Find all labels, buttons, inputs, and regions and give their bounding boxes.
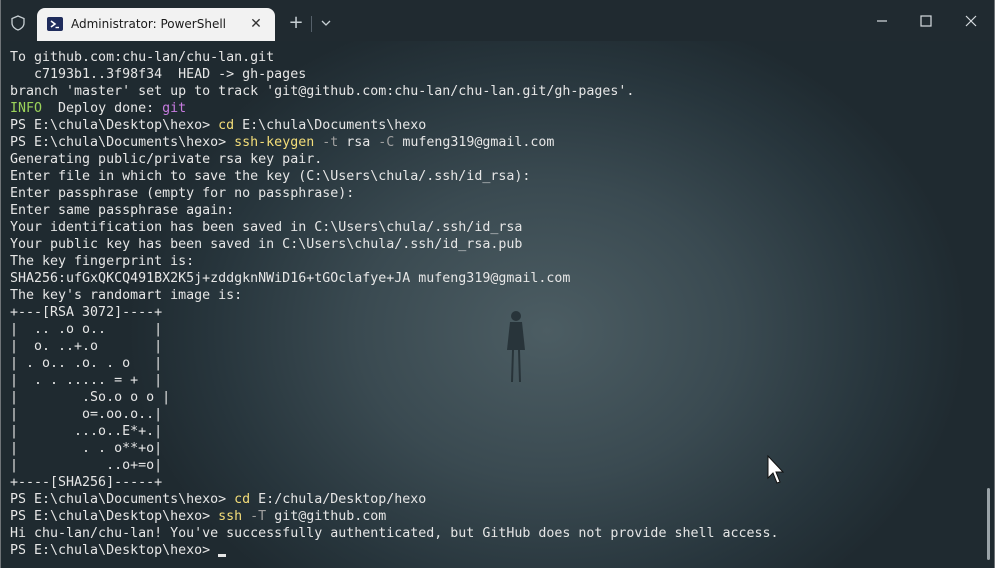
command-flag: -C xyxy=(370,135,395,150)
terminal-line: PS E:\chula\Desktop\hexo> ssh -T git@git… xyxy=(10,508,779,525)
new-tab-button[interactable]: + xyxy=(287,14,305,32)
minimize-icon[interactable] xyxy=(871,10,893,32)
command-flag: -T xyxy=(242,509,267,524)
close-icon: ✕ xyxy=(250,16,262,32)
terminal-line: PS E:\chula\Documents\hexo> ssh-keygen -… xyxy=(10,134,779,151)
terminal-line: Your identification has been saved in C:… xyxy=(10,220,523,235)
text-cursor xyxy=(218,554,227,557)
chevron-down-icon[interactable] xyxy=(317,14,335,32)
command: ssh xyxy=(218,509,243,524)
terminal-line: Hi chu-lan/chu-lan! You've successfully … xyxy=(10,526,779,541)
prompt: PS E:\chula\Documents\hexo> xyxy=(10,492,235,507)
command-args: E:/chula/Desktop/hexo xyxy=(250,492,427,507)
terminal-line: | ...o..E*+.| xyxy=(10,424,163,439)
terminal-line: Your public key has been saved in C:\Use… xyxy=(10,237,523,252)
scrollbar[interactable] xyxy=(987,488,990,560)
command-args: rsa xyxy=(338,135,371,150)
tab-close-button[interactable]: ✕ xyxy=(247,15,265,33)
tab-powershell[interactable]: Administrator: PowerShell ✕ xyxy=(37,8,275,41)
terminal-line: | o=.oo.o..| xyxy=(10,407,163,422)
terminal-line: +----[SHA256]-----+ xyxy=(10,475,163,490)
terminal-line: c7193b1..3f98f34 HEAD -> gh-pages xyxy=(10,67,307,82)
terminal-line: +---[RSA 3072]----+ xyxy=(10,305,163,320)
terminal-line: The key fingerprint is: xyxy=(10,254,195,269)
maximize-icon[interactable] xyxy=(915,10,937,32)
terminal-line: INFO Deploy done: git xyxy=(10,100,779,117)
terminal-line: PS E:\chula\Desktop\hexo> cd E:\chula\Do… xyxy=(10,117,779,134)
prompt: PS E:\chula\Desktop\hexo> xyxy=(10,509,219,524)
terminal-line: PS E:\chula\Desktop\hexo> xyxy=(10,542,779,559)
command-args: git@github.com xyxy=(266,509,387,524)
terminal-output[interactable]: To github.com:chu-lan/chu-lan.git c7193b… xyxy=(1,41,994,568)
shield-icon xyxy=(11,15,25,31)
terminal-line: Enter same passphrase again: xyxy=(10,203,235,218)
terminal-line: To github.com:chu-lan/chu-lan.git xyxy=(10,50,275,65)
command: cd xyxy=(218,118,235,133)
terminal-line: | . . ..... = + | xyxy=(10,373,163,388)
prompt: PS E:\chula\Documents\hexo> xyxy=(10,135,235,150)
close-window-icon[interactable] xyxy=(960,10,982,32)
terminal-line: The key's randomart image is: xyxy=(10,288,243,303)
terminal-line: | o. ..+.o | xyxy=(10,339,163,354)
command: cd xyxy=(234,492,251,507)
tab-title: Administrator: PowerShell xyxy=(71,17,227,31)
command-flag: -t xyxy=(314,135,339,150)
command-args: E:\chula\Documents\hexo xyxy=(234,118,427,133)
prompt: PS E:\chula\Desktop\hexo> xyxy=(10,543,219,558)
terminal-line: branch 'master' set up to track 'git@git… xyxy=(10,84,635,99)
terminal-line: Generating public/private rsa key pair. xyxy=(10,152,323,167)
terminal-line: | .So.o o o | xyxy=(10,390,171,405)
command: ssh-keygen xyxy=(234,135,315,150)
title-bar[interactable]: Administrator: PowerShell ✕ + xyxy=(1,0,994,41)
terminal-line: | .. .o o.. | xyxy=(10,322,163,337)
terminal-line: SHA256:ufGxQKCQ491BX2K5j+zddgknNWiD16+tG… xyxy=(10,271,571,286)
terminal-line: | ..o+=o| xyxy=(10,458,163,473)
mouse-pointer-icon xyxy=(767,455,785,484)
powershell-window: Administrator: PowerShell ✕ + To github.… xyxy=(0,0,995,568)
terminal-line: Enter file in which to save the key (C:\… xyxy=(10,169,531,184)
git-label: git xyxy=(162,101,187,116)
terminal-line: | . o.. .o. . o | xyxy=(10,356,163,371)
divider xyxy=(311,16,312,32)
info-label: INFO xyxy=(10,101,43,116)
terminal-line: PS E:\chula\Documents\hexo> cd E:/chula/… xyxy=(10,491,779,508)
prompt: PS E:\chula\Desktop\hexo> xyxy=(10,118,219,133)
terminal-line: | . . o**+o| xyxy=(10,441,163,456)
command-args: mufeng319@gmail.com xyxy=(394,135,555,150)
terminal-lines: To github.com:chu-lan/chu-lan.git c7193b… xyxy=(10,49,779,559)
powershell-icon xyxy=(47,17,63,31)
line-text: Deploy done: xyxy=(42,101,163,116)
terminal-line: Enter passphrase (empty for no passphras… xyxy=(10,186,355,201)
plus-icon: + xyxy=(288,12,304,33)
